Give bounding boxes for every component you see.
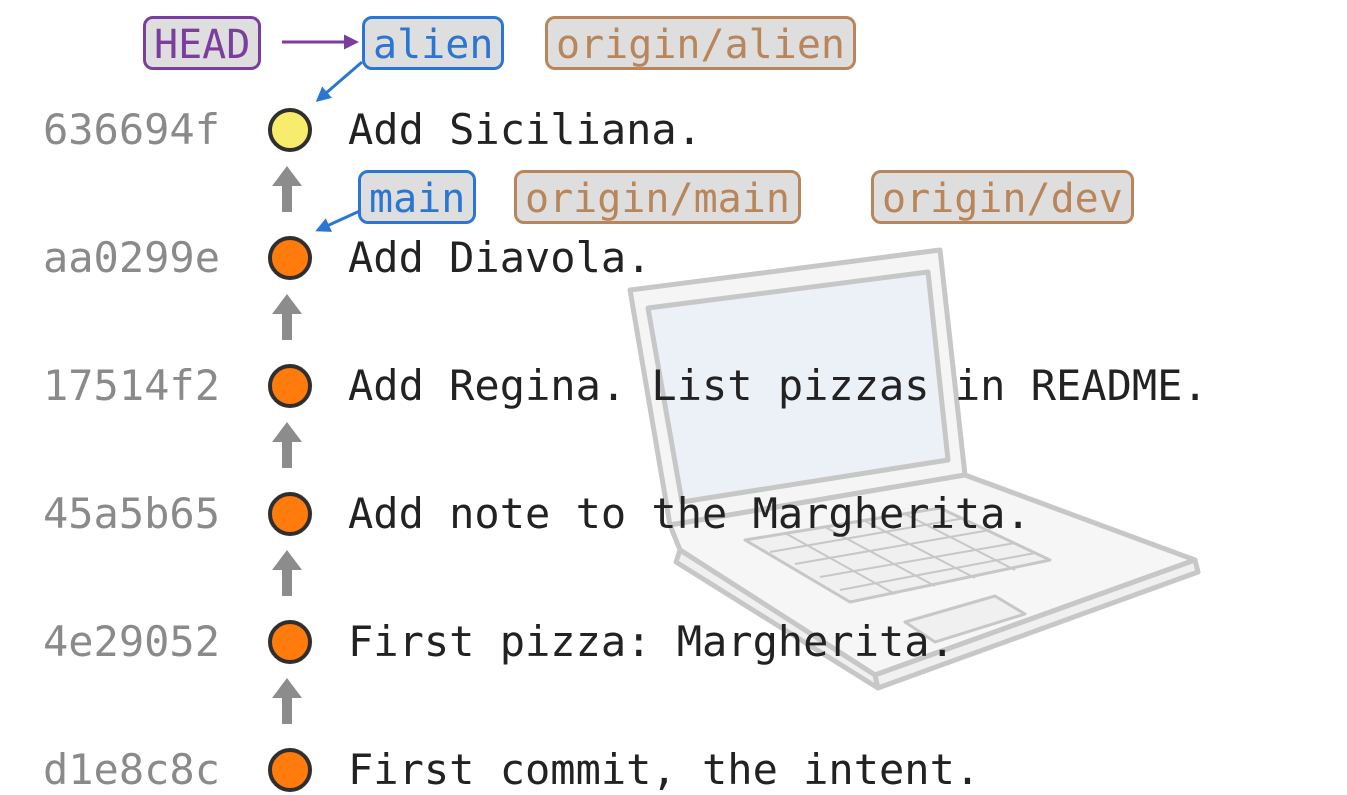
commit-message: Add note to the Margherita. bbox=[348, 489, 1031, 538]
remote-label-origin-dev: origin/dev bbox=[871, 170, 1134, 224]
branch-label-alien: alien bbox=[362, 16, 505, 70]
head-label: HEAD bbox=[143, 16, 262, 70]
commit-node bbox=[268, 108, 312, 152]
parent-arrow-icon bbox=[272, 422, 302, 468]
commit-hash: d1e8c8c bbox=[42, 745, 220, 794]
commit-hash: 45a5b65 bbox=[42, 489, 220, 538]
remote-label-origin-alien: origin/alien bbox=[545, 16, 856, 70]
main-pointer-arrow bbox=[315, 208, 363, 232]
parent-arrow-icon bbox=[272, 550, 302, 596]
parent-arrow-icon bbox=[272, 678, 302, 724]
parent-arrow-icon bbox=[272, 166, 302, 212]
branch-label-main: main bbox=[358, 170, 477, 224]
parent-arrow-icon bbox=[272, 294, 302, 340]
commit-message: First commit, the intent. bbox=[348, 745, 981, 794]
alien-pointer-arrow bbox=[315, 60, 363, 102]
commit-message: First pizza: Margherita. bbox=[348, 617, 955, 666]
commit-message: Add Diavola. bbox=[348, 233, 652, 282]
commit-node bbox=[268, 492, 312, 536]
commit-node bbox=[268, 236, 312, 280]
commit-hash: 636694f bbox=[42, 105, 220, 154]
commit-hash: aa0299e bbox=[42, 233, 220, 282]
remote-label-origin-main: origin/main bbox=[514, 170, 801, 224]
commit-graph: HEAD alien origin/alien main origin/main… bbox=[0, 0, 1347, 794]
commit-node bbox=[268, 620, 312, 664]
commit-node bbox=[268, 748, 312, 792]
commit-hash: 17514f2 bbox=[42, 361, 220, 410]
commit-node bbox=[268, 364, 312, 408]
commit-message: Add Siciliana. bbox=[348, 105, 703, 154]
commit-hash: 4e29052 bbox=[42, 617, 220, 666]
commit-message: Add Regina. List pizzas in README. bbox=[348, 361, 1208, 410]
